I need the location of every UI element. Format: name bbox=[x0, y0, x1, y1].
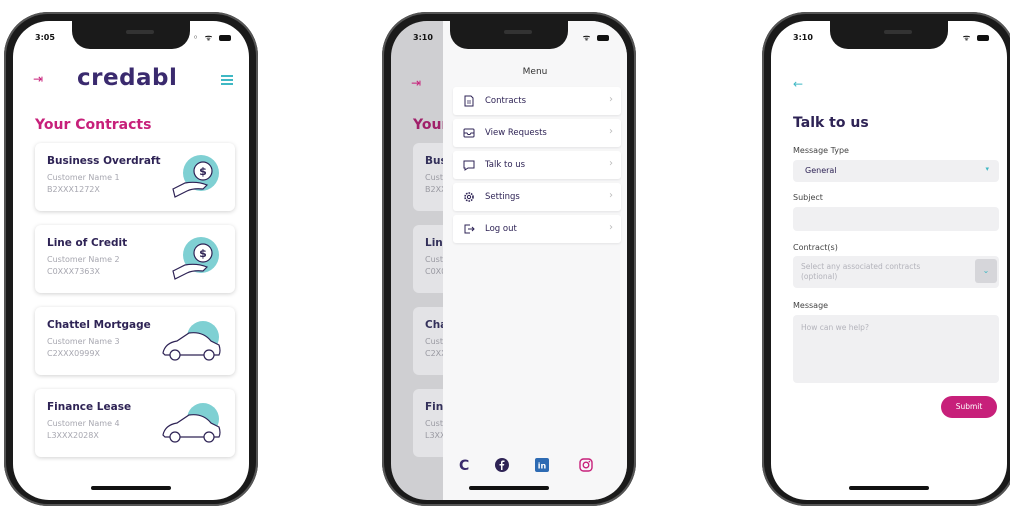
social-links: C in bbox=[443, 458, 627, 478]
inbox-icon bbox=[463, 128, 475, 138]
car-icon bbox=[162, 321, 221, 361]
status-icons: ◦ ᯤ bbox=[193, 32, 231, 43]
phone-talk-to-us: 3:10 ᯤ ← Talk to us Message Type General… bbox=[762, 12, 1010, 506]
menu-item-label: Log out bbox=[485, 224, 517, 234]
contracts-placeholder: Select any associated contracts (optiona… bbox=[801, 262, 921, 281]
message-type-select[interactable]: General ▾ bbox=[793, 160, 999, 182]
status-time: 3:10 bbox=[793, 33, 813, 42]
home-indicator bbox=[849, 486, 929, 490]
gear-icon bbox=[464, 192, 474, 202]
contracts-label: Contract(s) bbox=[793, 243, 838, 252]
home-indicator bbox=[469, 486, 549, 490]
contract-name: Chattel Mortgage bbox=[47, 319, 151, 331]
customer-name: Customer Name 1 bbox=[47, 173, 120, 182]
chevron-down-icon[interactable]: ⌄ bbox=[975, 259, 997, 283]
menu-item-view-requests[interactable]: View Requests › bbox=[453, 119, 621, 147]
contracts-screen: 3:05 ◦ ᯤ ⇥ credabl Your Contracts Busine… bbox=[13, 21, 249, 500]
contract-card[interactable]: Finance Lease Customer Name 4 L3XXX2028X bbox=[35, 389, 235, 457]
facebook-icon[interactable] bbox=[495, 458, 509, 476]
home-indicator bbox=[91, 486, 171, 490]
contract-name: Finance Lease bbox=[47, 401, 132, 413]
login-icon[interactable]: ⇥ bbox=[33, 73, 45, 85]
menu-screen: 3:10 ᯤ ⇥ Your Busin Custor B2XX Line c C… bbox=[391, 21, 627, 500]
status-bar: 3:10 ᯤ bbox=[771, 31, 1007, 47]
message-label: Message bbox=[793, 301, 829, 310]
menu-item-label: Contracts bbox=[485, 96, 526, 106]
dropdown-icon: ▾ bbox=[985, 165, 989, 173]
menu-item-contracts[interactable]: Contracts › bbox=[453, 87, 621, 115]
menu-item-label: Settings bbox=[485, 192, 520, 202]
login-icon: ⇥ bbox=[411, 76, 422, 90]
status-time: 3:05 bbox=[35, 33, 55, 42]
contract-code: C2XXX0999X bbox=[47, 349, 100, 358]
customer-name: Customer Name 4 bbox=[47, 419, 120, 428]
menu-title: Menu bbox=[522, 67, 548, 77]
chevron-right-icon: › bbox=[609, 190, 613, 201]
logout-icon bbox=[464, 224, 475, 234]
app-header: ⇥ credabl bbox=[13, 65, 249, 95]
contracts-select[interactable]: Select any associated contracts (optiona… bbox=[793, 256, 999, 288]
message-textarea[interactable]: How can we help? bbox=[793, 315, 999, 383]
menu-item-label: View Requests bbox=[485, 128, 547, 138]
menu-item-label: Talk to us bbox=[485, 160, 526, 170]
contract-card[interactable]: Line of Credit Customer Name 2 C0XXX7363… bbox=[35, 225, 235, 293]
submit-button[interactable]: Submit bbox=[941, 396, 997, 418]
instagram-icon[interactable] bbox=[579, 458, 593, 476]
svg-text:$: $ bbox=[199, 247, 207, 260]
phone-menu: 3:10 ᯤ ⇥ Your Busin Custor B2XX Line c C… bbox=[382, 12, 636, 506]
contract-code: L3XXX2028X bbox=[47, 431, 99, 440]
page-title: Talk to us bbox=[793, 115, 869, 131]
subject-label: Subject bbox=[793, 193, 823, 202]
status-bar: 3:10 ᯤ bbox=[391, 31, 627, 47]
car-icon bbox=[162, 403, 221, 443]
hand-coin-icon: $ bbox=[172, 237, 219, 280]
contract-name: Line of Credit bbox=[47, 237, 128, 249]
side-menu: Menu Contracts › View Requests › Talk to… bbox=[443, 21, 627, 500]
status-bar: 3:05 ◦ ᯤ bbox=[13, 31, 249, 47]
contract-name: Business Overdraft bbox=[47, 155, 161, 167]
linkedin-icon[interactable]: in bbox=[535, 458, 549, 476]
contract-code: B2XXX1272X bbox=[47, 185, 100, 194]
subject-input[interactable] bbox=[793, 207, 999, 231]
hand-coin-icon: $ bbox=[172, 155, 219, 198]
chat-icon bbox=[463, 160, 475, 171]
credabl-icon[interactable]: C bbox=[459, 458, 469, 474]
contract-card[interactable]: Chattel Mortgage Customer Name 3 C2XXX09… bbox=[35, 307, 235, 375]
status-icons: ᯤ bbox=[963, 32, 989, 43]
svg-text:in: in bbox=[538, 462, 547, 471]
customer-name: Customer Name 2 bbox=[47, 255, 120, 264]
chevron-right-icon: › bbox=[609, 94, 613, 105]
message-type-label: Message Type bbox=[793, 146, 849, 155]
contract-code: C0XXX7363X bbox=[47, 267, 100, 276]
message-placeholder: How can we help? bbox=[801, 323, 869, 332]
document-icon bbox=[464, 95, 474, 107]
menu-item-settings[interactable]: Settings › bbox=[453, 183, 621, 211]
status-time: 3:10 bbox=[413, 33, 433, 42]
message-type-value: General bbox=[805, 166, 837, 175]
contract-card[interactable]: Business Overdraft Customer Name 1 B2XXX… bbox=[35, 143, 235, 211]
svg-text:$: $ bbox=[199, 165, 207, 178]
menu-item-log-out[interactable]: Log out › bbox=[453, 215, 621, 243]
chevron-right-icon: › bbox=[609, 222, 613, 233]
status-icons: ᯤ bbox=[583, 32, 609, 43]
phone-contracts: 3:05 ◦ ᯤ ⇥ credabl Your Contracts Busine… bbox=[4, 12, 258, 506]
hamburger-menu-icon[interactable] bbox=[221, 75, 233, 85]
chevron-right-icon: › bbox=[609, 126, 613, 137]
back-arrow-icon[interactable]: ← bbox=[793, 77, 803, 91]
menu-item-talk-to-us[interactable]: Talk to us › bbox=[453, 151, 621, 179]
chevron-right-icon: › bbox=[609, 158, 613, 169]
talk-to-us-screen: 3:10 ᯤ ← Talk to us Message Type General… bbox=[771, 21, 1007, 500]
customer-name: Customer Name 3 bbox=[47, 337, 120, 346]
page-title: Your Contracts bbox=[35, 117, 152, 133]
app-logo: credabl bbox=[77, 65, 178, 91]
